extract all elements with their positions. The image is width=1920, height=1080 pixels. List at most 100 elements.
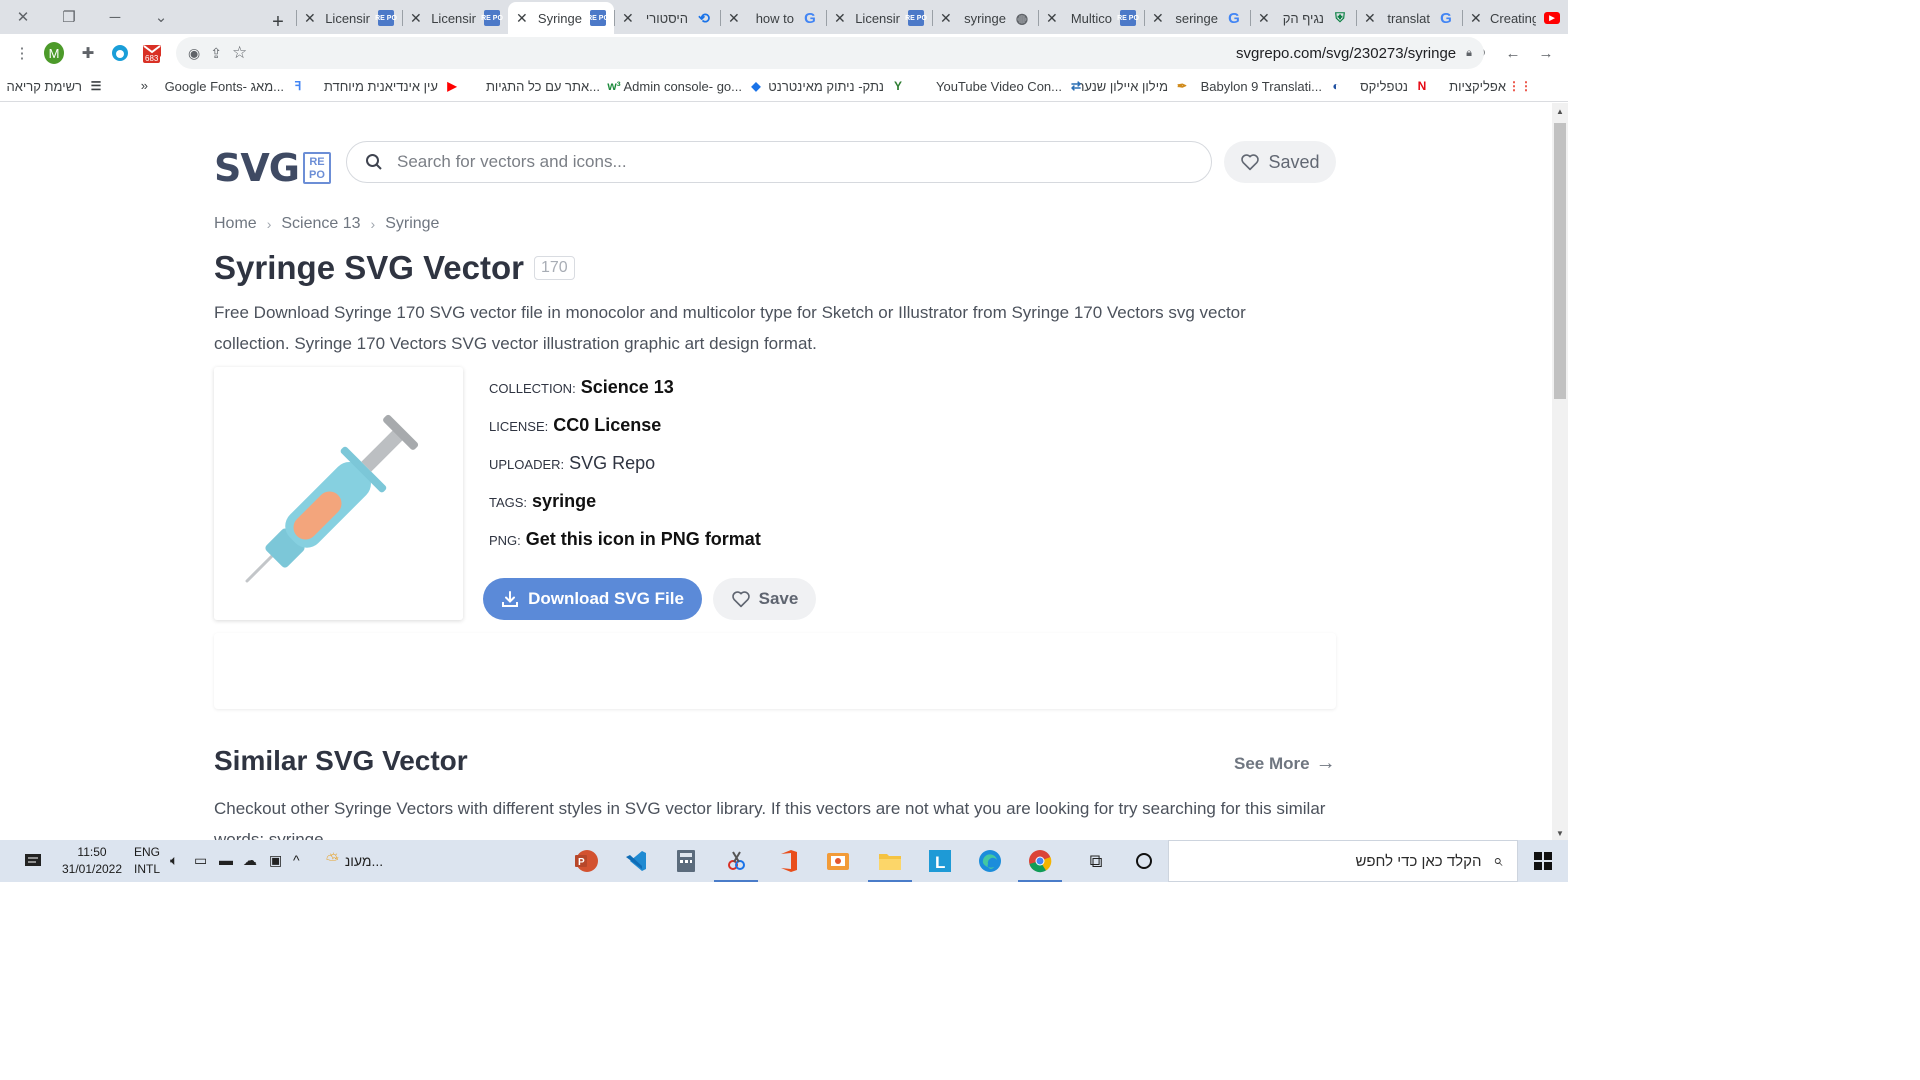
bookmark-item[interactable]: ☰ רשימת קריאה: [7, 78, 104, 94]
photo-app-icon[interactable]: [814, 840, 862, 882]
search-input[interactable]: Search for vectors and icons...: [346, 141, 1212, 183]
device-icon[interactable]: ▣: [269, 852, 282, 869]
office-app-icon[interactable]: [764, 840, 812, 882]
browser-tab[interactable]: RE PO Multico ✕: [1038, 2, 1144, 34]
menu-kebab-icon[interactable]: ⋮: [12, 43, 32, 63]
weather-widget[interactable]: ⛅︎ מעונ...: [326, 840, 406, 882]
close-window-icon[interactable]: ✕: [0, 8, 46, 26]
tab-close-icon[interactable]: ✕: [1152, 10, 1164, 27]
page-scrollbar[interactable]: ▲ ▼: [1552, 103, 1568, 840]
onedrive-icon[interactable]: ☁︎: [243, 852, 257, 869]
browser-tab[interactable]: ◍ syringe ✕: [932, 2, 1038, 34]
license-link[interactable]: CC0 License: [553, 415, 661, 436]
see-more-link[interactable]: See More →: [1234, 752, 1336, 775]
download-svg-button[interactable]: Download SVG File: [483, 578, 702, 620]
tag-link[interactable]: syringe: [532, 491, 596, 512]
google-icon: G: [1228, 9, 1240, 27]
profile-avatar[interactable]: M: [44, 42, 64, 64]
scroll-up-arrow-icon[interactable]: ▲: [1552, 107, 1568, 116]
tracking-eye-icon[interactable]: ◉: [188, 45, 200, 62]
tab-close-icon[interactable]: ✕: [1258, 10, 1270, 27]
png-link[interactable]: Get this icon in PNG format: [526, 529, 761, 550]
cloud-extension-icon[interactable]: [110, 43, 130, 63]
extensions-puzzle-icon[interactable]: ✚: [78, 43, 98, 63]
restore-window-icon[interactable]: ❐: [46, 8, 92, 26]
svg-text:L: L: [935, 853, 945, 872]
minimize-window-icon[interactable]: ─: [92, 9, 138, 26]
bookmark-item[interactable]: ꟻ Google Fonts- מאג...: [165, 78, 306, 94]
task-view-icon[interactable]: ⧉: [1078, 840, 1114, 882]
browser-tab[interactable]: Gseringe ✕: [1144, 2, 1250, 34]
browser-tab[interactable]: RE PO Syringe ✕: [508, 2, 614, 34]
browser-tab[interactable]: RE PO Licensir ✕: [296, 2, 402, 34]
chrome-app-icon[interactable]: [1016, 840, 1064, 882]
forward-arrow-icon[interactable]: ←: [1503, 43, 1523, 63]
share-icon[interactable]: ⇪: [210, 45, 222, 62]
file-explorer-app-icon[interactable]: [866, 840, 914, 882]
tab-close-icon[interactable]: ✕: [516, 10, 528, 27]
bookmark-item[interactable]: ▶ עין אינדיאנית מיוחדת: [324, 78, 460, 94]
url-text: svgrepo.com/svg/230273/syringe: [1236, 44, 1457, 62]
bookmark-star-icon[interactable]: ☆: [232, 43, 247, 63]
address-bar[interactable]: 🔒︎ svgrepo.com/svg/230273/syringe ☆ ⇪ ◉: [176, 37, 1484, 69]
tab-close-icon[interactable]: ✕: [834, 10, 846, 27]
bookmark-item[interactable]: N נטפליקס: [1360, 78, 1430, 94]
edge-app-icon[interactable]: [966, 840, 1014, 882]
saved-button[interactable]: Saved: [1224, 141, 1336, 183]
battery-icon[interactable]: ▬: [219, 852, 233, 868]
collection-link[interactable]: Science 13: [581, 377, 674, 398]
browser-tab[interactable]: ⟲ היסטורי ✕: [614, 2, 720, 34]
tab-close-icon[interactable]: ✕: [728, 10, 740, 27]
bookmark-item[interactable]: w³ אתר עם כל התגיות...: [486, 78, 622, 94]
bookmark-item[interactable]: ⋮⋮ אפליקציות: [1449, 78, 1532, 94]
bookmark-item[interactable]: ⇄ YouTube Video Con...: [936, 78, 1084, 94]
tab-close-icon[interactable]: ✕: [1470, 10, 1482, 27]
taskbar-search-input[interactable]: ⌕ הקלד כאן כדי לחפש: [1168, 840, 1518, 882]
action-center-icon[interactable]: [18, 840, 48, 882]
scroll-thumb[interactable]: [1554, 123, 1566, 399]
snipping-tool-app-icon[interactable]: [712, 840, 760, 882]
browser-tab[interactable]: ⛨ נגיף הק ✕: [1250, 2, 1356, 34]
breadcrumb-home[interactable]: Home: [214, 215, 257, 233]
browser-tab[interactable]: Ghow to ✕: [720, 2, 826, 34]
bookmark-item[interactable]: Y נתק- ניתוק מאינטרנט: [768, 78, 906, 94]
tab-close-icon[interactable]: ✕: [1364, 10, 1376, 27]
windows-start-icon[interactable]: [1522, 840, 1564, 882]
show-hidden-icons-chevron-icon[interactable]: ^: [293, 852, 300, 868]
svgrepo-logo[interactable]: SVG RE PO: [214, 146, 331, 190]
calculator-app-icon[interactable]: [662, 840, 710, 882]
clock[interactable]: 11:50 31/01/2022: [58, 844, 126, 878]
breadcrumb-current[interactable]: Syringe: [385, 215, 439, 233]
learning-app-icon[interactable]: L: [916, 840, 964, 882]
tab-close-icon[interactable]: ✕: [940, 10, 952, 27]
save-button[interactable]: Save: [713, 578, 816, 620]
scroll-down-arrow-icon[interactable]: ▼: [1552, 829, 1568, 838]
bookmark-item[interactable]: ◆ Admin console- go...: [623, 78, 764, 94]
browser-tab[interactable]: RE PO Licensir ✕: [402, 2, 508, 34]
new-tab-button[interactable]: +: [260, 11, 296, 34]
browser-tab[interactable]: RE PO Licensir ✕: [826, 2, 932, 34]
browser-toolbar: → ← ↻ 🔒︎ svgrepo.com/svg/230273/syringe …: [0, 34, 1568, 72]
volume-icon[interactable]: 🔈︎: [170, 852, 178, 869]
powerpoint-app-icon[interactable]: P: [562, 840, 610, 882]
browser-tab[interactable]: Gtranslat ✕: [1356, 2, 1462, 34]
breadcrumb: Home › Science 13 › Syringe: [214, 215, 439, 233]
bookmark-item[interactable]: ✒︎ מילון איילון שנער: [1077, 78, 1190, 94]
back-arrow-icon[interactable]: →: [1536, 43, 1556, 63]
bookmarks-overflow-button[interactable]: »: [141, 78, 148, 93]
language-indicator[interactable]: ENG INTL: [134, 844, 160, 878]
tab-close-icon[interactable]: ✕: [622, 10, 634, 27]
vscode-app-icon[interactable]: [612, 840, 660, 882]
cortana-icon[interactable]: [1126, 840, 1162, 882]
apps-grid-icon: ⋮⋮: [1508, 79, 1532, 93]
tab-search-icon[interactable]: ⌄: [138, 8, 184, 26]
breadcrumb-collection[interactable]: Science 13: [281, 215, 360, 233]
browser-tab[interactable]: ▶ Creating ✕: [1462, 2, 1568, 34]
tab-close-icon[interactable]: ✕: [304, 10, 316, 27]
gmail-extension-icon[interactable]: 683: [142, 43, 162, 63]
tab-close-icon[interactable]: ✕: [1046, 10, 1058, 27]
bookmark-item[interactable]: ◐ Babylon 9 Translati...: [1201, 78, 1344, 94]
babylon-icon: ◐: [1332, 79, 1340, 93]
tab-close-icon[interactable]: ✕: [410, 10, 422, 27]
network-icon[interactable]: ▭: [194, 852, 207, 869]
